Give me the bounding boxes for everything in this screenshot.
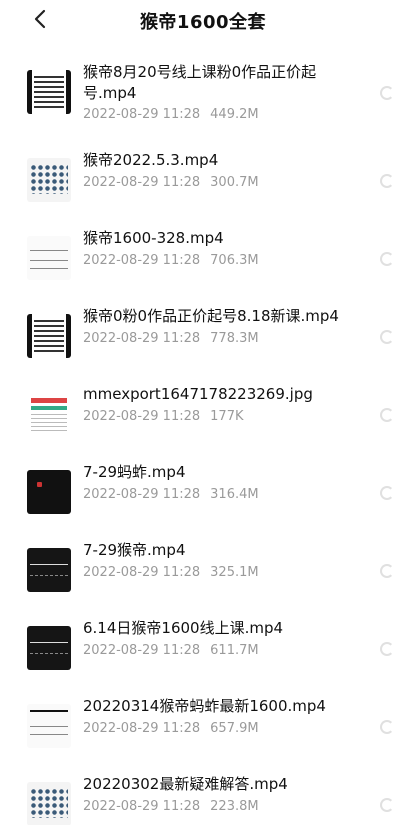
file-name: 7-29蚂蚱.mp4: [83, 463, 186, 481]
file-row[interactable]: 6.14日猴帝1600线上课.mp4 2022-08-29 11:28 611.7…: [0, 616, 406, 694]
select-radio[interactable]: [380, 720, 394, 734]
file-row[interactable]: 7-29猴帝.mp4 2022-08-29 11:28 325.1M: [0, 538, 406, 616]
file-meta: 2022-08-29 11:28 706.3M: [83, 253, 259, 268]
file-name: 猴帝1600-328.mp4: [83, 229, 224, 247]
file-size: 300.7M: [210, 175, 259, 190]
file-size: 325.1M: [210, 565, 259, 580]
file-date: 2022-08-29 11:28: [83, 799, 201, 814]
video-thumbnail: [27, 70, 71, 114]
image-thumbnail: [27, 392, 71, 436]
file-list: 猴帝8月20号线上课粉0作品正价起号.mp4 2022-08-29 11:28 4…: [0, 60, 406, 825]
file-row[interactable]: 20220314猴帝蚂蚱最新1600.mp4 2022-08-29 11:28 6…: [0, 694, 406, 772]
select-radio[interactable]: [380, 798, 394, 812]
file-row[interactable]: mmexport1647178223269.jpg 2022-08-29 11:…: [0, 382, 406, 460]
file-name: mmexport1647178223269.jpg: [83, 385, 313, 403]
file-size: 611.7M: [210, 643, 259, 658]
header-bar: 猴帝1600全套: [0, 0, 406, 40]
file-size: 778.3M: [210, 331, 259, 346]
file-date: 2022-08-29 11:28: [83, 487, 201, 502]
video-thumbnail: [27, 548, 71, 592]
file-meta: 2022-08-29 11:28 177K: [83, 409, 244, 424]
select-radio[interactable]: [380, 174, 394, 188]
file-row[interactable]: 7-29蚂蚱.mp4 2022-08-29 11:28 316.4M: [0, 460, 406, 538]
file-row[interactable]: 猴帝0粉0作品正价起号8.18新课.mp4 2022-08-29 11:28 77…: [0, 304, 406, 382]
file-row[interactable]: 20220302最新疑难解答.mp4 2022-08-29 11:28 223.8…: [0, 772, 406, 825]
file-row[interactable]: 猴帝8月20号线上课粉0作品正价起号.mp4 2022-08-29 11:28 4…: [0, 60, 406, 148]
file-row[interactable]: 猴帝2022.5.3.mp4 2022-08-29 11:28 300.7M: [0, 148, 406, 226]
file-meta: 2022-08-29 11:28 449.2M: [83, 107, 259, 122]
select-radio[interactable]: [380, 564, 394, 578]
file-name: 6.14日猴帝1600线上课.mp4: [83, 619, 284, 637]
file-size: 316.4M: [210, 487, 259, 502]
select-radio[interactable]: [380, 330, 394, 344]
file-name: 20220302最新疑难解答.mp4: [83, 775, 288, 793]
select-radio[interactable]: [380, 86, 394, 100]
file-meta: 2022-08-29 11:28 778.3M: [83, 331, 259, 346]
video-thumbnail: [27, 470, 71, 514]
file-meta: 2022-08-29 11:28 657.9M: [83, 721, 259, 736]
file-date: 2022-08-29 11:28: [83, 107, 201, 122]
file-name: 猴帝0粉0作品正价起号8.18新课.mp4: [83, 307, 339, 325]
file-name: 猴帝8月20号线上课粉0作品正价起号.mp4: [83, 63, 317, 102]
file-meta: 2022-08-29 11:28 611.7M: [83, 643, 259, 658]
file-meta: 2022-08-29 11:28 223.8M: [83, 799, 259, 814]
video-thumbnail: [27, 626, 71, 670]
file-meta: 2022-08-29 11:28 316.4M: [83, 487, 259, 502]
file-date: 2022-08-29 11:28: [83, 643, 201, 658]
file-name: 7-29猴帝.mp4: [83, 541, 186, 559]
file-meta: 2022-08-29 11:28 325.1M: [83, 565, 259, 580]
file-size: 449.2M: [210, 107, 259, 122]
select-radio[interactable]: [380, 486, 394, 500]
file-date: 2022-08-29 11:28: [83, 175, 201, 190]
select-radio[interactable]: [380, 642, 394, 656]
video-thumbnail: [27, 158, 71, 202]
select-radio[interactable]: [380, 408, 394, 422]
file-size: 223.8M: [210, 799, 259, 814]
video-thumbnail: [27, 782, 71, 825]
file-size: 657.9M: [210, 721, 259, 736]
file-date: 2022-08-29 11:28: [83, 331, 201, 346]
file-date: 2022-08-29 11:28: [83, 721, 201, 736]
file-date: 2022-08-29 11:28: [83, 253, 201, 268]
file-name: 猴帝2022.5.3.mp4: [83, 151, 219, 169]
select-radio[interactable]: [380, 252, 394, 266]
video-thumbnail: [27, 236, 71, 280]
file-size: 177K: [210, 409, 244, 424]
file-size: 706.3M: [210, 253, 259, 268]
file-row[interactable]: 猴帝1600-328.mp4 2022-08-29 11:28 706.3M: [0, 226, 406, 304]
file-date: 2022-08-29 11:28: [83, 409, 201, 424]
video-thumbnail: [27, 704, 71, 748]
video-thumbnail: [27, 314, 71, 358]
page-title: 猴帝1600全套: [139, 12, 267, 33]
file-name: 20220314猴帝蚂蚱最新1600.mp4: [83, 697, 326, 715]
file-date: 2022-08-29 11:28: [83, 565, 201, 580]
file-meta: 2022-08-29 11:28 300.7M: [83, 175, 259, 190]
